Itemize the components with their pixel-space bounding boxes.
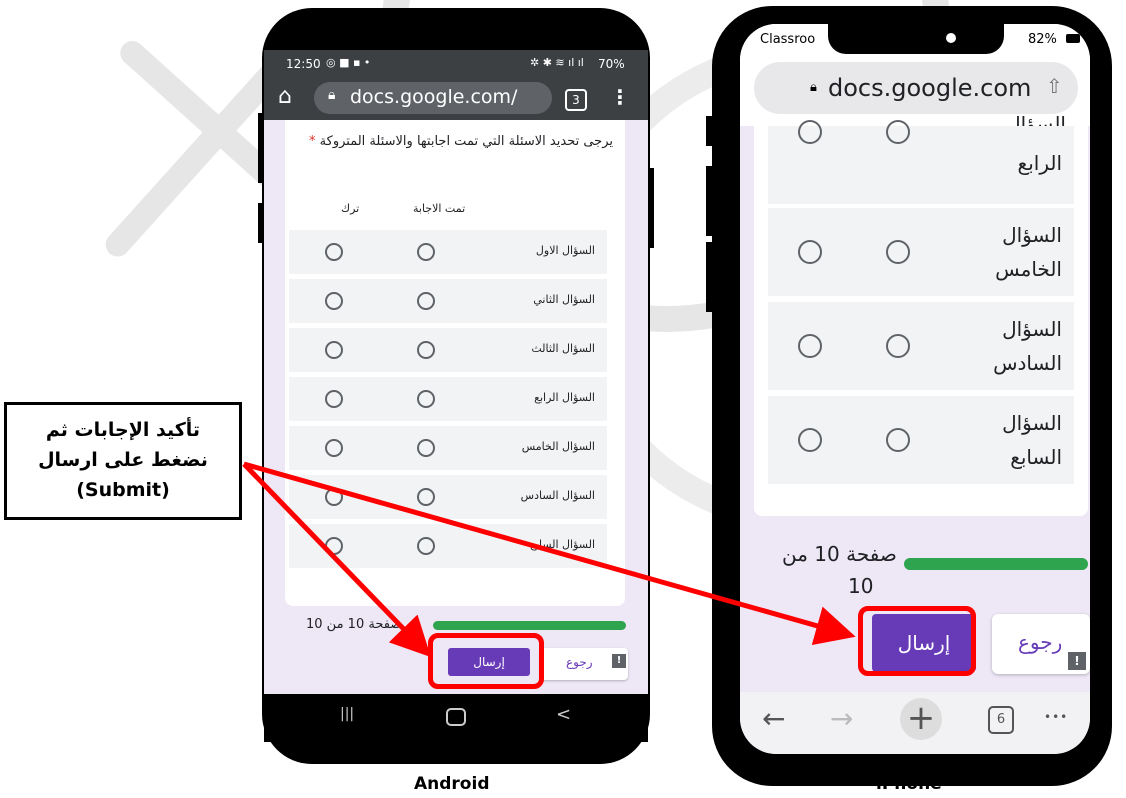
iphone-label: iPhone — [876, 774, 942, 794]
android-label: Android — [414, 774, 490, 794]
arrow-to-iphone — [243, 461, 856, 646]
callout-arrows — [242, 461, 856, 658]
